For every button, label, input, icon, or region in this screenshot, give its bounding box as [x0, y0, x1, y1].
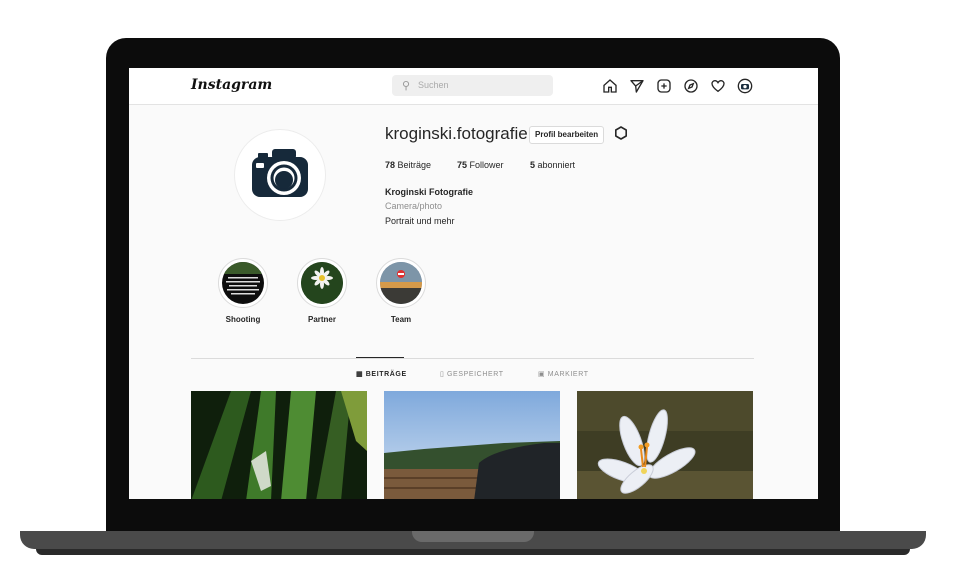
- search-placeholder: Suchen: [418, 80, 449, 90]
- highlight-label: Partner: [307, 315, 336, 324]
- search-icon: ⚲: [402, 80, 411, 92]
- tab-saved[interactable]: ▯ GESPEICHERT: [440, 370, 504, 378]
- highlight-image: [380, 262, 422, 304]
- laptop-notch: [412, 531, 534, 542]
- top-navigation-bar: Instagram ⚲ Suchen: [129, 68, 818, 105]
- tabs-divider: [191, 358, 754, 359]
- profile-picture[interactable]: [234, 129, 326, 221]
- tab-posts[interactable]: ▦ BEITRÄGE: [356, 370, 407, 378]
- stat-count: 78: [385, 160, 396, 170]
- instagram-logo[interactable]: Instagram: [191, 77, 272, 93]
- post-thumbnail[interactable]: [191, 391, 367, 499]
- activity-icon[interactable]: [708, 76, 728, 96]
- highlight-label: Team: [390, 315, 412, 324]
- new-post-icon[interactable]: [654, 76, 674, 96]
- highlight-cover: [297, 258, 347, 308]
- stat-count: 5: [530, 160, 536, 170]
- stat-label: Beiträge: [397, 160, 432, 170]
- post-thumbnail[interactable]: [577, 391, 753, 499]
- highlight-shooting[interactable]: Shooting: [216, 258, 270, 324]
- stat-followers[interactable]: 75 Follower: [457, 160, 504, 170]
- post-image: [191, 391, 367, 499]
- stat-label: Follower: [469, 160, 504, 170]
- laptop-base-shadow: [36, 549, 910, 555]
- highlight-image: [222, 262, 264, 295]
- stat-count: 75: [457, 160, 468, 170]
- search-input[interactable]: ⚲ Suchen: [392, 75, 553, 96]
- stat-posts[interactable]: 78 Beiträge: [385, 160, 431, 170]
- explore-icon[interactable]: [681, 76, 701, 96]
- tag-icon: ▣: [538, 371, 546, 378]
- stat-following[interactable]: 5 abonniert: [530, 160, 575, 170]
- active-tab-indicator: [356, 357, 404, 358]
- highlight-cover: [218, 258, 268, 308]
- highlight-team[interactable]: Team: [374, 258, 428, 324]
- direct-icon[interactable]: [627, 76, 647, 96]
- tab-tagged[interactable]: ▣ MARKIERT: [538, 370, 589, 378]
- highlight-image: [301, 262, 343, 304]
- camera-icon: [252, 149, 308, 197]
- highlight-label: Shooting: [225, 315, 261, 324]
- profile-avatar-icon[interactable]: [735, 76, 755, 96]
- profile-category: Camera/photo: [385, 201, 443, 211]
- profile-full-name: Kroginski Fotografie: [385, 187, 474, 197]
- profile-username: kroginski.fotografie: [385, 124, 528, 143]
- browser-screen: Instagram ⚲ Suchen kroginski.fotografie …: [129, 68, 818, 499]
- grid-icon: ▦: [356, 371, 364, 378]
- tab-label: GESPEICHERT: [447, 371, 504, 378]
- profile-bio: Portrait und mehr: [385, 216, 455, 226]
- post-image: [577, 391, 753, 499]
- home-icon[interactable]: [600, 76, 620, 96]
- tab-label: MARKIERT: [547, 371, 589, 378]
- gear-icon[interactable]: [613, 125, 629, 141]
- bookmark-icon: ▯: [440, 371, 445, 378]
- highlight-partner[interactable]: Partner: [295, 258, 349, 324]
- post-thumbnail[interactable]: [384, 391, 560, 499]
- tab-label: BEITRÄGE: [365, 371, 407, 378]
- highlight-cover: [376, 258, 426, 308]
- edit-profile-button[interactable]: Profil bearbeiten: [529, 126, 605, 144]
- post-image: [384, 391, 560, 499]
- stat-label: abonniert: [537, 160, 576, 170]
